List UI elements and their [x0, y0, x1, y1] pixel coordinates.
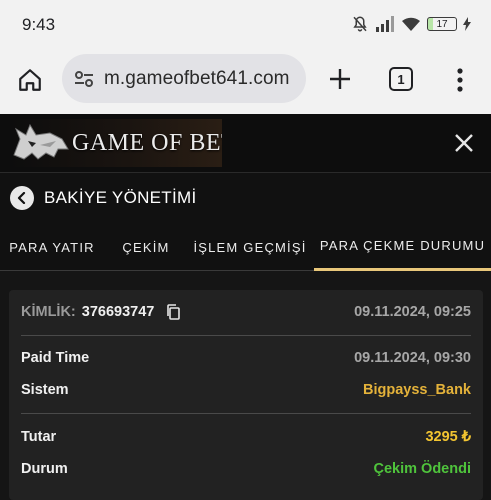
amount-label: Tutar — [21, 429, 57, 445]
system-label: Sistem — [21, 382, 69, 398]
withdrawal-id-row: KİMLİK: 376693747 09.11.2024, 09:25 — [21, 304, 471, 320]
muted-bell-icon — [353, 16, 367, 32]
section-header: BAKİYE YÖNETİMİ — [0, 173, 491, 223]
id-value: 376693747 — [81, 304, 155, 320]
back-button[interactable] — [10, 186, 34, 210]
tab-count: 1 — [397, 71, 405, 87]
status-label: Durum — [21, 461, 68, 477]
paid-time-row: Paid Time 09.11.2024, 09:30 — [21, 350, 471, 366]
amount-value: 3295 ₺ — [425, 429, 471, 445]
signal-icon — [376, 16, 394, 32]
new-tab-button[interactable] — [326, 65, 354, 93]
tab-transaction-history[interactable]: İŞLEM GEÇMİŞİ — [190, 223, 310, 271]
divider — [21, 335, 471, 336]
site-logo[interactable]: GAME OF BET — [10, 119, 222, 167]
site-header: GAME OF BET — [0, 114, 491, 173]
system-row: Sistem Bigpayss_Bank — [21, 382, 471, 398]
paid-time-label: Paid Time — [21, 350, 90, 366]
status-bar: 9:43 17 — [0, 0, 491, 48]
page-title: BAKİYE YÖNETİMİ — [44, 188, 197, 207]
battery-icon: 17 — [427, 17, 457, 31]
system-value: Bigpayss_Bank — [363, 382, 471, 398]
tab-switcher-button[interactable]: 1 — [389, 67, 413, 91]
wifi-icon — [402, 17, 420, 31]
copy-icon[interactable] — [166, 304, 181, 320]
amount-row: Tutar 3295 ₺ — [21, 429, 471, 445]
home-icon — [19, 69, 41, 91]
logo-text: GAME OF BET — [72, 129, 222, 156]
tab-bar: PARA YATIR ÇEKİM İŞLEM GEÇMİŞİ PARA ÇEKM… — [0, 223, 491, 271]
divider — [21, 413, 471, 414]
status-time: 9:43 — [22, 15, 56, 34]
status-value: Çekim Ödendi — [373, 461, 472, 477]
id-label: KİMLİK: — [21, 304, 76, 320]
close-button[interactable] — [452, 131, 476, 155]
withdrawal-id: KİMLİK: 376693747 — [21, 304, 181, 320]
withdrawal-card: KİMLİK: 376693747 09.11.2024, 09:25 Paid … — [9, 290, 483, 500]
browser-toolbar: m.gameofbet641.com 1 — [0, 48, 491, 114]
plus-icon — [330, 69, 350, 89]
tab-withdraw[interactable]: ÇEKİM — [110, 223, 182, 271]
content-area: KİMLİK: 376693747 09.11.2024, 09:25 Paid … — [0, 271, 491, 500]
url-text[interactable]: m.gameofbet641.com — [104, 68, 290, 90]
home-button[interactable] — [16, 66, 44, 94]
chevron-left-icon — [17, 192, 26, 204]
site-settings-icon[interactable] — [74, 70, 94, 88]
battery-level: 17 — [436, 18, 448, 30]
charging-icon — [463, 17, 471, 31]
tab-withdrawal-status[interactable]: PARA ÇEKME DURUMU — [314, 223, 491, 271]
more-vert-icon — [457, 68, 463, 92]
browser-menu-button[interactable] — [448, 65, 472, 95]
tab-deposit[interactable]: PARA YATIR — [0, 223, 104, 271]
status-row: Durum Çekim Ödendi — [21, 461, 471, 477]
address-bar[interactable]: m.gameofbet641.com — [62, 54, 306, 103]
wolf-icon — [13, 123, 69, 160]
close-icon — [455, 134, 473, 152]
paid-time-value: 09.11.2024, 09:30 — [354, 350, 471, 366]
created-at: 09.11.2024, 09:25 — [354, 304, 471, 321]
status-icons: 17 — [351, 15, 471, 33]
